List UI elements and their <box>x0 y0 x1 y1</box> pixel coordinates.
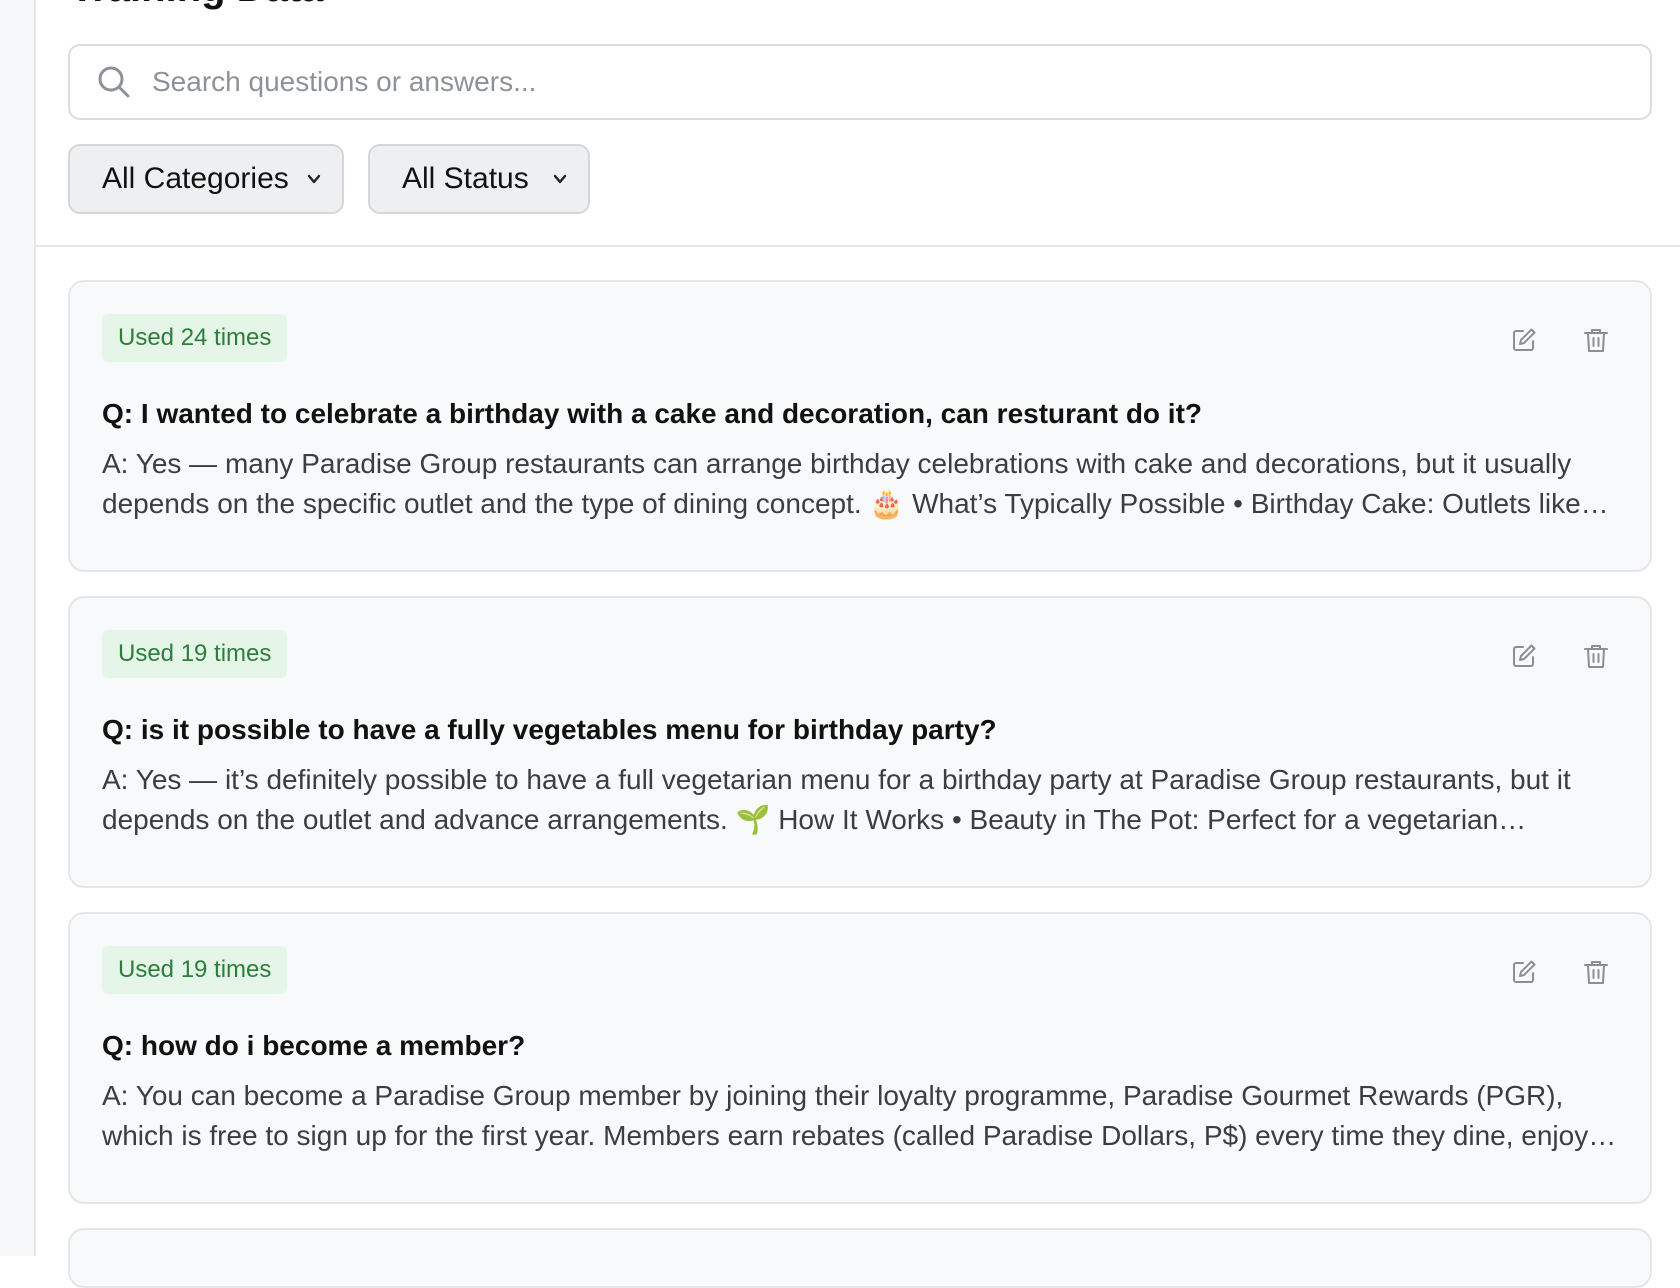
card-actions <box>1510 642 1610 670</box>
answer-text: A: Yes — many Paradise Group restaurants… <box>102 448 1609 519</box>
status-filter-label: All Status <box>402 162 529 195</box>
main-content: Training Data All Categories All Status … <box>36 0 1680 1288</box>
question-text: Q: how do i become a member? <box>102 1030 526 1061</box>
trash-icon <box>1584 645 1608 668</box>
chevron-down-icon <box>553 174 567 184</box>
trash-icon <box>1584 961 1608 984</box>
delete-button[interactable] <box>1582 326 1610 354</box>
training-item-card: Used 24 times Q: I wanted to celebrate a… <box>68 280 1652 572</box>
question-text: Q: I wanted to celebrate a birthday with… <box>102 398 1203 429</box>
card-actions <box>1510 326 1610 354</box>
section-divider <box>36 245 1680 247</box>
usage-badge: Used 19 times <box>102 630 288 678</box>
edit-icon <box>1513 328 1536 351</box>
edit-button[interactable] <box>1510 958 1538 986</box>
answer-text: A: You can become a Paradise Group membe… <box>102 1080 1589 1151</box>
chevron-down-icon <box>307 174 321 184</box>
search-icon <box>98 66 130 98</box>
card-actions <box>1510 958 1610 986</box>
answer-text: A: Yes — it’s definitely possible to hav… <box>102 764 1571 835</box>
filter-bar: All Categories All Status <box>68 144 590 214</box>
page-title: Training Data <box>70 0 323 10</box>
training-item-card-partial <box>68 1228 1652 1288</box>
search-box[interactable] <box>68 44 1652 120</box>
training-item-card: Used 19 times Q: how do i become a membe… <box>68 912 1652 1204</box>
left-sidebar-edge <box>0 0 36 1256</box>
status-filter-select[interactable]: All Status <box>368 144 590 214</box>
delete-button[interactable] <box>1582 958 1610 986</box>
delete-button[interactable] <box>1582 642 1610 670</box>
usage-badge: Used 24 times <box>102 314 288 362</box>
edit-icon <box>1513 644 1536 667</box>
training-item-card: Used 19 times Q: is it possible to have … <box>68 596 1652 888</box>
usage-badge: Used 19 times <box>102 946 288 994</box>
edit-button[interactable] <box>1510 326 1538 354</box>
category-filter-select[interactable]: All Categories <box>68 144 344 214</box>
search-input[interactable] <box>152 52 1602 112</box>
edit-button[interactable] <box>1510 642 1538 670</box>
trash-icon <box>1584 329 1608 352</box>
question-text: Q: is it possible to have a fully vegeta… <box>102 714 997 745</box>
category-filter-label: All Categories <box>102 162 289 195</box>
edit-icon <box>1513 960 1536 983</box>
